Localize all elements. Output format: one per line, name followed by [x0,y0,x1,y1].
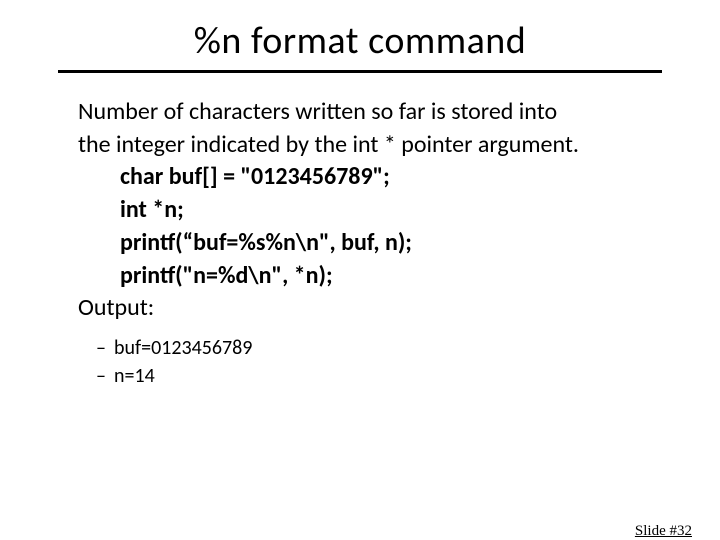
title-divider [58,70,662,73]
code-line-2: int *n; [120,195,660,226]
code-line-4: printf("n=%d\n", *n); [120,261,660,292]
code-block: char buf[] = "0123456789"; int *n; print… [120,162,660,291]
output-label: Output: [78,293,660,324]
slide-number: Slide #32 [635,523,692,540]
description-line-1: Number of characters written so far is s… [78,97,660,128]
code-line-3: printf(“buf=%s%n\n", buf, n); [120,228,660,259]
slide-body: Number of characters written so far is s… [78,97,660,389]
output-line-2: –n=14 [96,364,660,390]
slide-title: %n format command [0,18,720,64]
slide: %n format command Number of characters w… [0,18,720,540]
code-line-1: char buf[] = "0123456789"; [120,162,660,193]
bullet-dash-icon: – [96,364,114,390]
description-line-2: the integer indicated by the int * point… [78,130,660,161]
output-list: –buf=0123456789 –n=14 [96,336,660,389]
output-line-1: –buf=0123456789 [96,336,660,362]
bullet-dash-icon: – [96,336,114,362]
